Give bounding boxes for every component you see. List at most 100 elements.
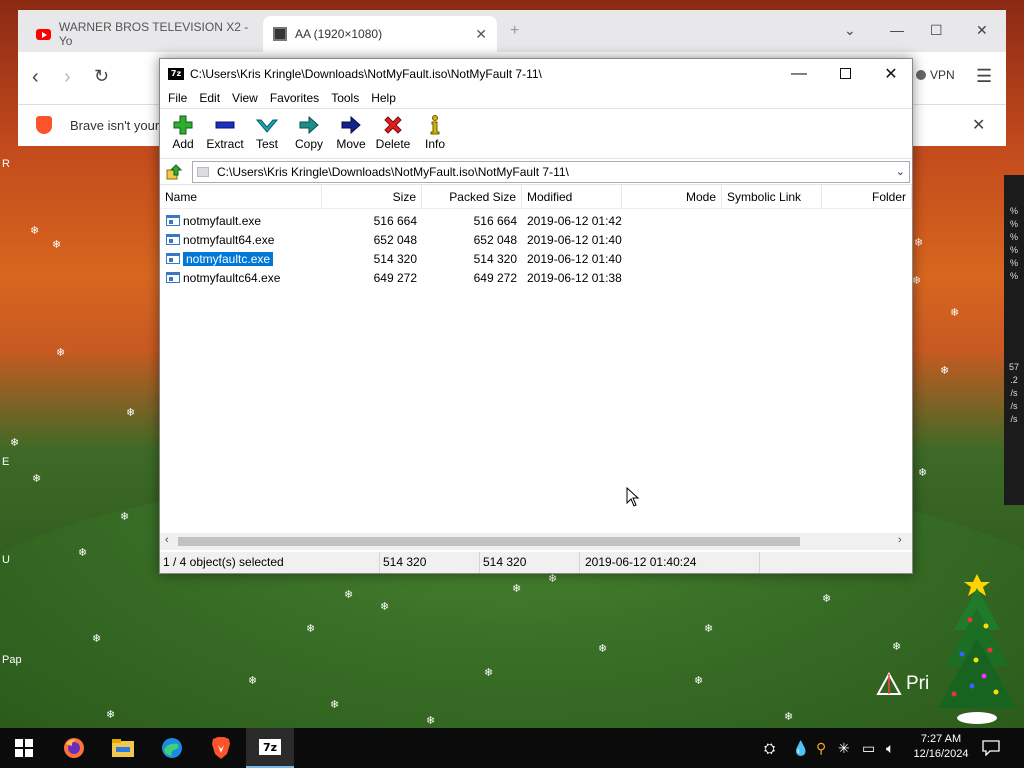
test-button[interactable]: Test	[246, 109, 288, 158]
browser-minimize-button[interactable]: —	[890, 22, 904, 38]
file-modified: 2019-06-12 01:38	[527, 270, 622, 285]
menu-view[interactable]: View	[228, 91, 266, 105]
infobar-message: Brave isn't your	[70, 118, 160, 133]
table-row[interactable]: notmyfaultc64.exe 649 272 649 272 2019-0…	[160, 268, 912, 287]
tray-sparkle-icon[interactable]: ✳	[838, 728, 850, 768]
back-icon[interactable]: ‹	[32, 66, 39, 89]
taskbar-7zip[interactable]: 7z	[246, 728, 294, 768]
extract-button[interactable]: Extract	[204, 109, 246, 158]
snowflake: ❄	[380, 601, 390, 613]
up-arrow-icon	[166, 163, 182, 179]
tab-search-chevron-icon[interactable]: ⌄	[844, 22, 856, 39]
snowflake: ❄	[950, 307, 960, 319]
system-clock[interactable]: 7:27 AM 12/16/2024	[910, 732, 972, 762]
browser-tab-active[interactable]: AA (1920×1080) ✕	[263, 16, 497, 52]
path-text: C:\Users\Kris Kringle\Downloads\NotMyFau…	[217, 164, 569, 179]
menu-edit[interactable]: Edit	[195, 91, 228, 105]
browser-close-button[interactable]: ✕	[976, 22, 988, 39]
reload-icon[interactable]: ↻	[94, 66, 109, 87]
snowflake: ❄	[120, 511, 130, 523]
exe-file-icon	[166, 215, 180, 226]
browser-maximize-button[interactable]: ☐	[930, 22, 943, 39]
close-tab-icon[interactable]: ✕	[475, 26, 487, 43]
file-list[interactable]: Name Size Packed Size Modified Mode Symb…	[160, 184, 912, 548]
maximize-button[interactable]	[822, 59, 868, 88]
taskbar-file-explorer[interactable]	[99, 728, 147, 768]
tray-volume-icon[interactable]: 🔈︎	[886, 728, 894, 768]
snowflake: ❄	[914, 237, 924, 249]
file-size: 652 048	[373, 232, 417, 247]
column-modified[interactable]: Modified	[522, 185, 622, 209]
menu-favorites[interactable]: Favorites	[266, 91, 327, 105]
taskbar-edge[interactable]	[148, 728, 196, 768]
table-row[interactable]: notmyfault64.exe 652 048 652 048 2019-06…	[160, 230, 912, 249]
status-size: 514 320	[380, 552, 480, 573]
tray-people-icon[interactable]: ⛭	[764, 728, 775, 768]
scrollbar-thumb[interactable]	[178, 537, 800, 546]
column-size[interactable]: Size	[322, 185, 422, 209]
add-button[interactable]: Add	[162, 109, 204, 158]
taskbar: 7z ⛭ 💧 ⚲ ✳ ▭ 🔈︎ 7:27 AM 12/16/2024	[0, 728, 1024, 768]
browser-tab[interactable]: WARNER BROS TELEVISION X2 - Yo	[26, 16, 260, 52]
file-name: notmyfault64.exe	[183, 232, 275, 247]
close-button[interactable]: ✕	[868, 59, 914, 88]
file-name: notmyfault.exe	[183, 213, 262, 228]
chevron-down-icon[interactable]: ⌄	[896, 165, 905, 178]
info-button[interactable]: Info	[414, 109, 456, 158]
x-icon	[384, 116, 402, 134]
snowflake: ❄	[426, 715, 436, 727]
title-bar[interactable]: 7z C:\Users\Kris Kringle\Downloads\NotMy…	[160, 59, 912, 88]
clock-date: 12/16/2024	[913, 748, 969, 760]
file-name: notmyfaultc64.exe	[183, 270, 281, 285]
column-mode[interactable]: Mode	[622, 185, 722, 209]
move-button[interactable]: Move	[330, 109, 372, 158]
extract-label: Extract	[206, 137, 244, 151]
copy-button[interactable]: Copy	[288, 109, 330, 158]
menu-icon[interactable]: ☰	[976, 66, 992, 87]
scroll-left-icon[interactable]: ‹	[165, 534, 169, 546]
start-button[interactable]	[0, 728, 48, 768]
forward-icon[interactable]: ›	[64, 66, 71, 89]
column-packed-size[interactable]: Packed Size	[422, 185, 522, 209]
vpn-label: VPN	[930, 68, 955, 82]
menu-help[interactable]: Help	[367, 91, 404, 105]
menu-tools[interactable]: Tools	[327, 91, 367, 105]
clock-time: 7:27 AM	[920, 733, 962, 745]
windows-start-icon	[15, 739, 33, 757]
minus-icon	[215, 121, 235, 129]
delete-button[interactable]: Delete	[372, 109, 414, 158]
edge-icon	[162, 738, 182, 758]
new-tab-button[interactable]: +	[510, 22, 519, 40]
info-icon	[430, 115, 440, 135]
horizontal-scrollbar[interactable]: ‹ ›	[160, 533, 912, 550]
menu-file[interactable]: File	[164, 91, 195, 105]
column-symbolic-link[interactable]: Symbolic Link	[722, 185, 822, 209]
taskbar-brave[interactable]	[197, 728, 245, 768]
taskbar-firefox[interactable]	[50, 728, 98, 768]
scroll-right-icon[interactable]: ›	[898, 534, 902, 546]
notification-icon[interactable]	[982, 728, 1000, 768]
column-header-row: Name Size Packed Size Modified Mode Symb…	[160, 185, 912, 209]
tray-search-icon[interactable]: ⚲	[816, 728, 826, 768]
exe-file-icon	[166, 272, 180, 283]
snowflake: ❄	[892, 641, 902, 653]
column-folder[interactable]: Folder	[822, 185, 912, 209]
vpn-button[interactable]: VPN	[916, 68, 955, 82]
exe-file-icon	[166, 253, 180, 264]
up-folder-button[interactable]	[164, 163, 184, 180]
address-bar: C:\Users\Kris Kringle\Downloads\NotMyFau…	[160, 158, 912, 184]
column-name[interactable]: Name	[160, 185, 322, 209]
status-modified: 2019-06-12 01:40:24	[580, 552, 760, 573]
table-row[interactable]: notmyfault.exe 516 664 516 664 2019-06-1…	[160, 211, 912, 230]
minimize-button[interactable]: —	[776, 59, 822, 88]
infobar-close-icon[interactable]: ✕	[972, 115, 985, 135]
tray-drop-icon[interactable]: 💧	[792, 728, 809, 768]
file-modified: 2019-06-12 01:42	[527, 213, 622, 228]
file-size: 649 272	[373, 270, 417, 285]
table-row-selected[interactable]: notmyfaultc.exe 514 320 514 320 2019-06-…	[160, 249, 912, 268]
tray-network-icon[interactable]: ▭	[862, 728, 875, 768]
path-field[interactable]: C:\Users\Kris Kringle\Downloads\NotMyFau…	[192, 160, 910, 183]
snowflake: ❄	[694, 675, 704, 687]
snowflake: ❄	[330, 699, 340, 711]
snowflake: ❄	[248, 675, 258, 687]
